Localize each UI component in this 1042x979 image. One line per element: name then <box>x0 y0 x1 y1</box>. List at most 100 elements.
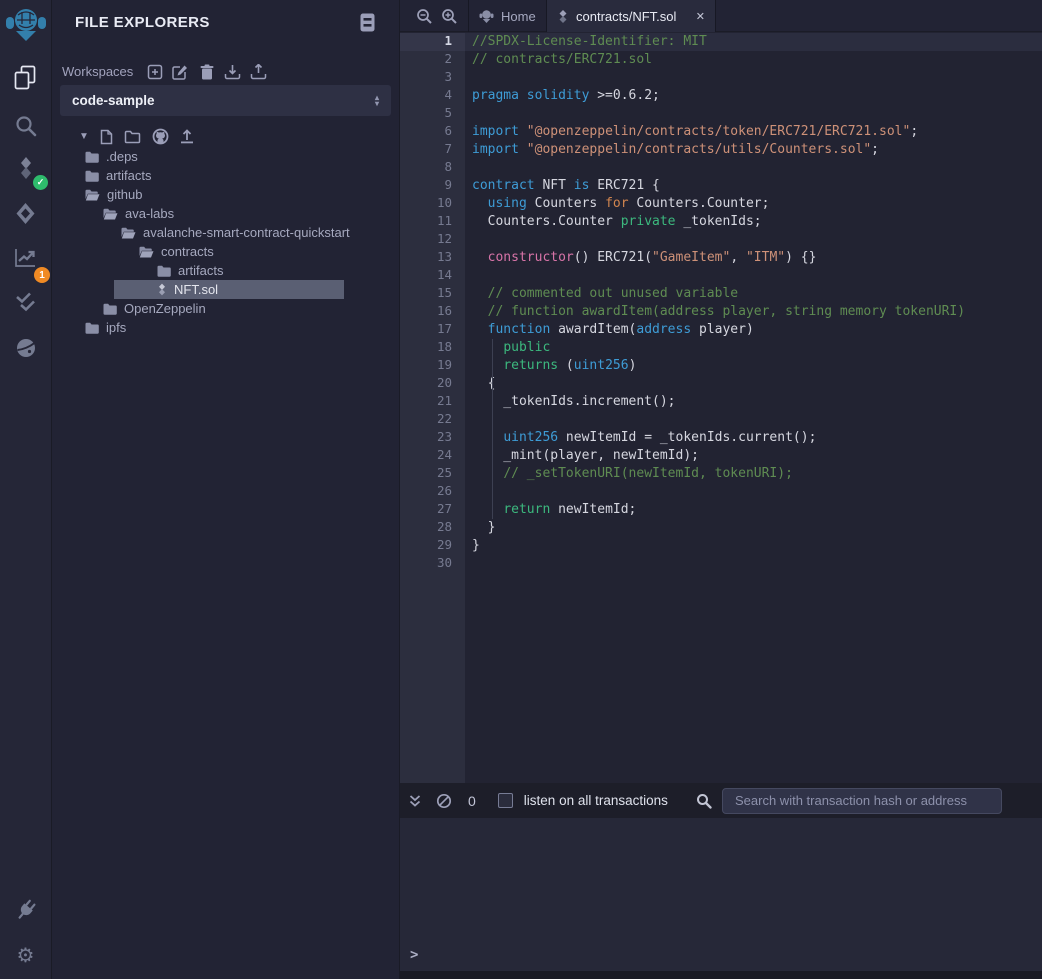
sidebar-item-search[interactable] <box>0 108 51 144</box>
line-number[interactable]: 15 <box>400 285 465 303</box>
sidebar-item-sphere-plugin[interactable] <box>0 330 51 366</box>
line-number[interactable]: 6 <box>400 123 465 141</box>
zoom-out-icon[interactable] <box>412 0 436 32</box>
delete-workspace-icon[interactable] <box>198 63 215 80</box>
tree-item-.deps[interactable]: .deps <box>52 147 399 166</box>
tree-item-ava-labs[interactable]: ava-labs <box>52 204 399 223</box>
line-number[interactable]: 1 <box>400 33 465 51</box>
create-workspace-icon[interactable] <box>146 63 163 80</box>
line-number[interactable]: 29 <box>400 537 465 555</box>
code-line-2[interactable]: // contracts/ERC721.sol <box>465 51 1042 69</box>
code-line-30[interactable] <box>465 555 1042 573</box>
line-number[interactable]: 20 <box>400 375 465 393</box>
code-line-20[interactable]: { <box>465 375 1042 393</box>
tree-item-avalanche-smart-contract-quickstart[interactable]: avalanche-smart-contract-quickstart <box>52 223 399 242</box>
tree-item-nft.sol[interactable]: NFT.sol <box>52 280 399 299</box>
line-number[interactable]: 8 <box>400 159 465 177</box>
code-line-6[interactable]: import "@openzeppelin/contracts/token/ER… <box>465 123 1042 141</box>
code-line-13[interactable]: constructor() ERC721("GameItem", "ITM") … <box>465 249 1042 267</box>
line-number[interactable]: 26 <box>400 483 465 501</box>
restore-workspaces-icon[interactable] <box>250 63 267 80</box>
collapse-tree-icon[interactable]: ▼ <box>79 131 89 142</box>
line-number[interactable]: 11 <box>400 213 465 231</box>
code-line-22[interactable] <box>465 411 1042 429</box>
line-number[interactable]: 23 <box>400 429 465 447</box>
sidebar-item-settings[interactable]: ⚙ <box>0 938 51 974</box>
line-number[interactable]: 12 <box>400 231 465 249</box>
github-icon[interactable] <box>152 128 169 145</box>
workspace-select[interactable]: code-sample ▴▾ <box>60 85 391 116</box>
remix-logo[interactable] <box>0 4 51 48</box>
line-number[interactable]: 10 <box>400 195 465 213</box>
sidebar-item-solidity-compiler[interactable]: ✓ <box>0 150 51 186</box>
line-number[interactable]: 13 <box>400 249 465 267</box>
line-number[interactable]: 24 <box>400 447 465 465</box>
code-line-19[interactable]: returns (uint256) <box>465 357 1042 375</box>
code-line-1[interactable]: //SPDX-License-Identifier: MIT <box>465 33 1042 51</box>
code-line-9[interactable]: contract NFT is ERC721 { <box>465 177 1042 195</box>
code-line-26[interactable] <box>465 483 1042 501</box>
clear-console-icon[interactable] <box>436 793 452 809</box>
code-line-10[interactable]: using Counters for Counters.Counter; <box>465 195 1042 213</box>
code-line-24[interactable]: _mint(player, newItemId); <box>465 447 1042 465</box>
code-line-7[interactable]: import "@openzeppelin/contracts/utils/Co… <box>465 141 1042 159</box>
code-line-15[interactable]: // commented out unused variable <box>465 285 1042 303</box>
tree-item-artifacts[interactable]: artifacts <box>52 166 399 185</box>
line-number[interactable]: 18 <box>400 339 465 357</box>
line-number[interactable]: 2 <box>400 51 465 69</box>
new-file-icon[interactable] <box>100 129 113 145</box>
tree-item-ipfs[interactable]: ipfs <box>52 318 399 337</box>
line-number[interactable]: 7 <box>400 141 465 159</box>
code-line-28[interactable]: } <box>465 519 1042 537</box>
terminal-prompt[interactable]: > <box>410 947 418 963</box>
line-number[interactable]: 30 <box>400 555 465 573</box>
code-line-3[interactable] <box>465 69 1042 87</box>
code-line-12[interactable] <box>465 231 1042 249</box>
code-line-21[interactable]: _tokenIds.increment(); <box>465 393 1042 411</box>
line-number[interactable]: 14 <box>400 267 465 285</box>
code-line-23[interactable]: uint256 newItemId = _tokenIds.current(); <box>465 429 1042 447</box>
tab-home[interactable]: Home <box>468 0 546 32</box>
line-number[interactable]: 17 <box>400 321 465 339</box>
code-line-5[interactable] <box>465 105 1042 123</box>
tree-item-artifacts[interactable]: artifacts <box>52 261 399 280</box>
tree-item-openzeppelin[interactable]: OpenZeppelin <box>52 299 399 318</box>
sidebar-item-plugin-manager[interactable] <box>0 892 51 928</box>
zoom-in-icon[interactable] <box>437 0 461 32</box>
tab-contracts-nft-sol[interactable]: contracts/NFT.sol ✕ <box>546 0 716 32</box>
code-line-29[interactable]: } <box>465 537 1042 555</box>
code-line-18[interactable]: public <box>465 339 1042 357</box>
code-line-27[interactable]: return newItemId; <box>465 501 1042 519</box>
publish-gist-icon[interactable] <box>180 129 194 144</box>
terminal-content[interactable]: > <box>400 818 1042 971</box>
listen-all-transactions-checkbox[interactable] <box>498 793 513 808</box>
line-number[interactable]: 25 <box>400 465 465 483</box>
line-number[interactable]: 16 <box>400 303 465 321</box>
line-number[interactable]: 21 <box>400 393 465 411</box>
tree-item-contracts[interactable]: contracts <box>52 242 399 261</box>
code-line-16[interactable]: // function awardItem(address player, st… <box>465 303 1042 321</box>
line-number[interactable]: 3 <box>400 69 465 87</box>
sidebar-item-unit-testing[interactable] <box>0 284 51 320</box>
new-folder-icon[interactable] <box>124 130 141 144</box>
code-line-8[interactable] <box>465 159 1042 177</box>
collapse-terminal-icon[interactable] <box>408 794 422 808</box>
sidebar-item-file-explorer[interactable] <box>0 60 51 96</box>
code-line-25[interactable]: // _setTokenURI(newItemId, tokenURI); <box>465 465 1042 483</box>
code-line-17[interactable]: function awardItem(address player) <box>465 321 1042 339</box>
download-workspaces-icon[interactable] <box>224 63 241 80</box>
line-number[interactable]: 27 <box>400 501 465 519</box>
line-number[interactable]: 19 <box>400 357 465 375</box>
code-line-11[interactable]: Counters.Counter private _tokenIds; <box>465 213 1042 231</box>
line-number[interactable]: 5 <box>400 105 465 123</box>
panel-menu-icon[interactable] <box>360 13 375 32</box>
code-line-14[interactable] <box>465 267 1042 285</box>
sidebar-item-analytics[interactable]: 1 <box>0 240 51 276</box>
line-number[interactable]: 9 <box>400 177 465 195</box>
transaction-search-input[interactable] <box>722 788 1002 814</box>
tree-item-github[interactable]: github <box>52 185 399 204</box>
line-number[interactable]: 4 <box>400 87 465 105</box>
line-number[interactable]: 28 <box>400 519 465 537</box>
line-number[interactable]: 22 <box>400 411 465 429</box>
sidebar-item-deploy-run[interactable] <box>0 195 51 231</box>
